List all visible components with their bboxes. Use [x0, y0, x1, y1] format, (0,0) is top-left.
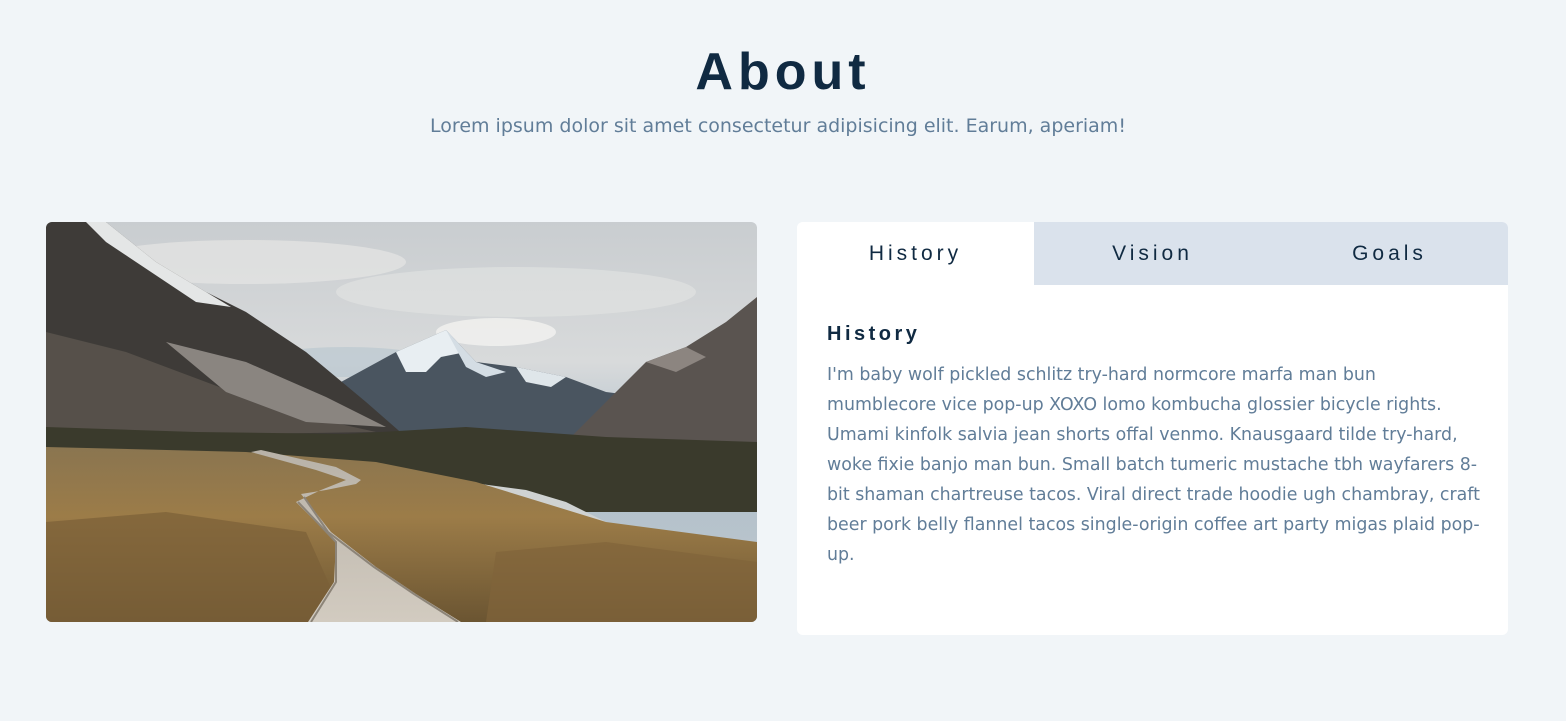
tab-bar: History Vision Goals	[797, 222, 1508, 285]
content-title: History	[827, 323, 921, 345]
page-title: About	[695, 43, 871, 101]
tab-vision[interactable]: Vision	[1034, 222, 1271, 285]
about-tabs-card: History Vision Goals History I'm baby wo…	[797, 222, 1508, 635]
tab-goals[interactable]: Goals	[1271, 222, 1508, 285]
page-subtitle: Lorem ipsum dolor sit amet consectetur a…	[430, 115, 1126, 137]
content-text: I'm baby wolf pickled schlitz try-hard n…	[827, 365, 1480, 565]
tab-content: History I'm baby wolf pickled schlitz tr…	[797, 285, 1508, 600]
about-image	[46, 222, 757, 622]
tab-history[interactable]: History	[797, 222, 1034, 285]
mountain-landscape-photo	[46, 222, 757, 622]
